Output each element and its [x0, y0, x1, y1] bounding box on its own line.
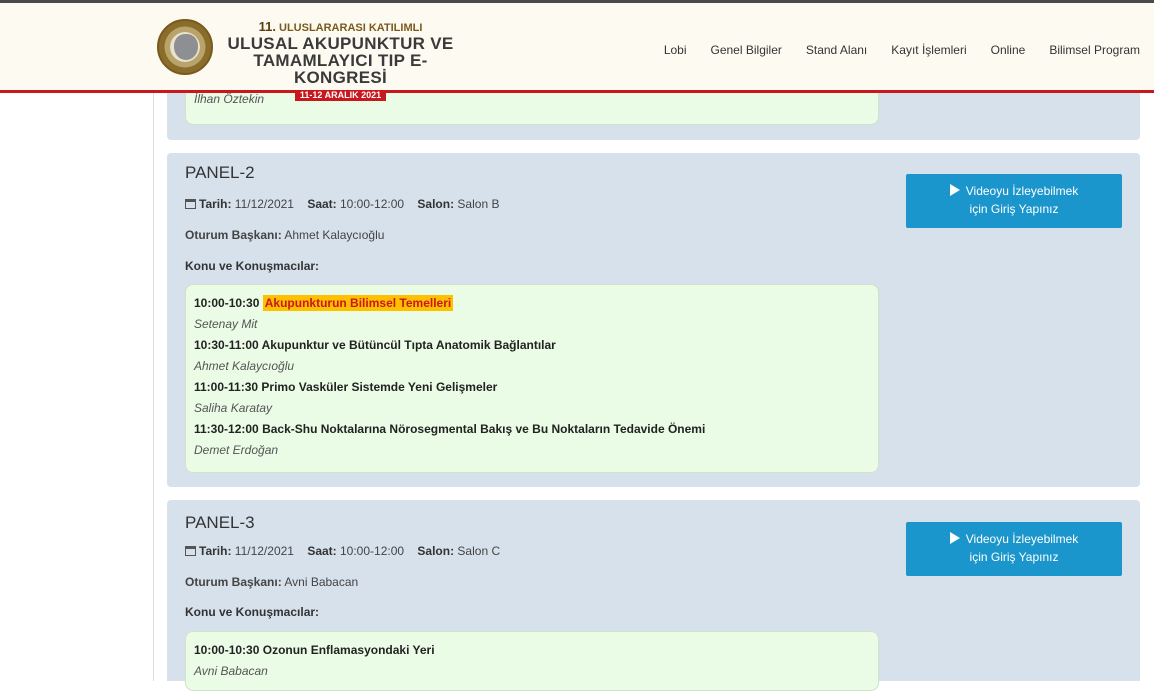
talk-speaker: Setenay Mit	[194, 317, 258, 331]
saat-value: 10:00-12:00	[340, 197, 405, 211]
saat-value: 10:00-12:00	[340, 544, 405, 558]
nav-kayit-islemleri[interactable]: Kayıt İşlemleri	[891, 43, 966, 57]
nav-stand-alani[interactable]: Stand Alanı	[806, 43, 867, 57]
talk-speaker: Demet Erdoğan	[194, 443, 279, 457]
session-chair: Oturum Başkanı: Ahmet Kalaycıoğlu	[185, 228, 384, 242]
salon-label: Salon:	[417, 197, 455, 211]
saat-label: Saat:	[307, 197, 337, 211]
chair-label: Oturum Başkanı:	[185, 228, 282, 242]
site-header: 11. ULUSLARARASI KATILIMLI ULUSAL AKUPUN…	[0, 3, 1154, 101]
talk-title-highlighted: Akupunkturun Bilimsel Temelleri	[262, 295, 454, 311]
topics-heading: Konu ve Konuşmacılar:	[185, 605, 320, 619]
tarih-label: Tarih:	[199, 197, 232, 211]
nav-bilimsel-program[interactable]: Bilimsel Program	[1049, 43, 1140, 57]
chair-name: Ahmet Kalaycıoğlu	[284, 228, 385, 242]
button-line-2: için Giriş Yapınız	[969, 550, 1059, 564]
logo-dates: 11-12 ARALIK 2021	[294, 90, 387, 101]
panel-3: PANEL-3 Tarih: 11/12/2021 Saat: 10:00-12…	[167, 500, 1140, 691]
topics-heading: Konu ve Konuşmacılar:	[185, 259, 320, 273]
play-icon	[949, 532, 960, 544]
talk-list: 10:00-10:30 Ozonun Enflamasyondaki Yeri …	[185, 631, 879, 691]
watch-video-button[interactable]: Videoyu İzleyebilmek için Giriş Yapınız	[906, 174, 1122, 228]
talk-speaker: Avni Babacan	[194, 664, 268, 678]
panel-title: PANEL-2	[185, 163, 255, 182]
talk-speaker: Ahmet Kalaycıoğlu	[194, 359, 295, 373]
salon-label: Salon:	[417, 544, 455, 558]
talk-item: 10:00-10:30 Ozonun Enflamasyondaki Yeri	[194, 640, 870, 661]
button-line-1: Videoyu İzleyebilmek	[965, 532, 1079, 546]
logo-edition-number: 11.	[258, 19, 276, 34]
calendar-icon	[185, 199, 196, 209]
talk-title: Akupunktur ve Bütüncül Tıpta Anatomik Ba…	[261, 338, 556, 352]
talk-speaker: Saliha Karatay	[194, 401, 273, 415]
main-nav: Lobi Genel Bilgiler Stand Alanı Kayıt İş…	[664, 43, 1140, 57]
salon-value: Salon B	[457, 197, 500, 211]
talk-title: Primo Vasküler Sistemde Yeni Gelişmeler	[261, 380, 498, 394]
talk-list: 10:00-10:30 Akupunkturun Bilimsel Temell…	[185, 284, 879, 473]
chair-name: Avni Babacan	[284, 575, 359, 589]
watch-video-button[interactable]: Videoyu İzleyebilmek için Giriş Yapınız	[906, 522, 1122, 576]
logo-line-3: TAMAMLAYICI TIP E-KONGRESİ	[253, 51, 428, 87]
play-icon	[949, 184, 960, 196]
panel-meta: Tarih: 11/12/2021 Saat: 10:00-12:00 Salo…	[185, 197, 499, 211]
nav-genel-bilgiler[interactable]: Genel Bilgiler	[711, 43, 782, 57]
content-divider	[153, 93, 154, 681]
nav-online[interactable]: Online	[991, 43, 1026, 57]
talk-item: 10:30-11:00 Akupunktur ve Bütüncül Tıpta…	[194, 335, 870, 356]
session-chair: Oturum Başkanı: Avni Babacan	[185, 575, 358, 589]
talk-title: Ozonun Enflamasyondaki Yeri	[262, 643, 435, 657]
salon-value: Salon C	[457, 544, 501, 558]
tarih-value: 11/12/2021	[234, 197, 294, 211]
nav-lobi[interactable]: Lobi	[664, 43, 687, 57]
tarih-value: 11/12/2021	[234, 544, 294, 558]
congress-title[interactable]: 11. ULUSLARARASI KATILIMLI ULUSAL AKUPUN…	[218, 20, 463, 102]
saat-label: Saat:	[307, 544, 337, 558]
talk-time: 11:30-12:00	[194, 422, 259, 436]
logo-line-2: ULUSAL AKUPUNKTUR VE	[227, 34, 454, 53]
congress-logo-icon[interactable]	[157, 19, 213, 75]
talk-time: 10:30-11:00	[194, 338, 259, 352]
panel-meta: Tarih: 11/12/2021 Saat: 10:00-12:00 Salo…	[185, 544, 500, 558]
tarih-label: Tarih:	[199, 544, 232, 558]
panel-title: PANEL-3	[185, 513, 255, 532]
talk-time: 10:00-10:30	[194, 296, 260, 310]
chair-label: Oturum Başkanı:	[185, 575, 282, 589]
talk-item: 10:00-10:30 Akupunkturun Bilimsel Temell…	[194, 293, 870, 314]
talk-item: 11:30-12:00 Back-Shu Noktalarına Nöroseg…	[194, 419, 870, 440]
logo-line-1: ULUSLARARASI KATILIMLI	[279, 22, 423, 34]
talk-item: 11:00-11:30 Primo Vasküler Sistemde Yeni…	[194, 377, 870, 398]
panel-2: PANEL-2 Tarih: 11/12/2021 Saat: 10:00-12…	[167, 153, 1140, 487]
talk-time: 10:00-10:30	[194, 643, 260, 657]
button-line-2: için Giriş Yapınız	[969, 202, 1059, 216]
talk-time: 11:00-11:30	[194, 380, 259, 394]
button-line-1: Videoyu İzleyebilmek	[965, 184, 1079, 198]
talk-title: Back-Shu Noktalarına Nörosegmental Bakış…	[262, 422, 706, 436]
calendar-icon	[185, 546, 196, 556]
